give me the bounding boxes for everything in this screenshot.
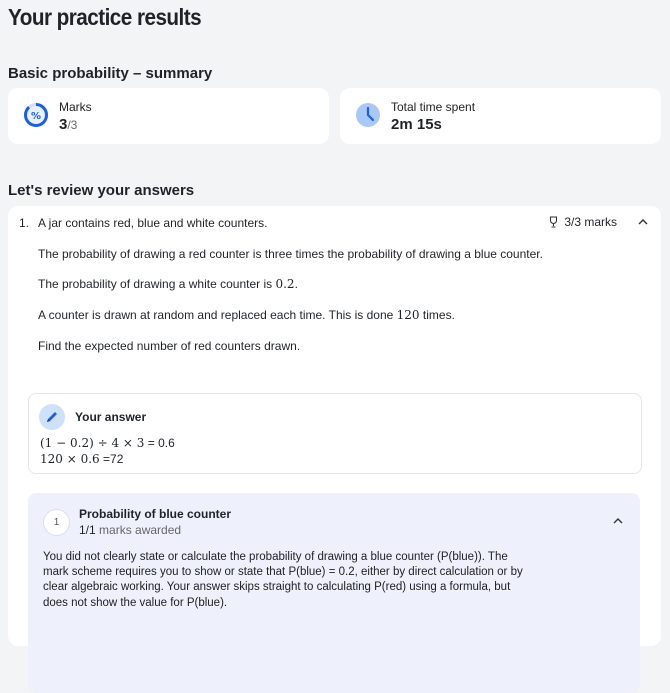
pencil-icon bbox=[39, 404, 65, 430]
clock-icon bbox=[356, 103, 380, 127]
question-number: 1. bbox=[19, 216, 30, 230]
question-line-2: The probability of drawing a red counter… bbox=[38, 247, 543, 261]
collapse-question-chevron-icon[interactable] bbox=[637, 216, 649, 228]
your-answer-title: Your answer bbox=[75, 410, 147, 424]
question-line-1: A jar contains red, blue and white count… bbox=[38, 216, 268, 230]
marks-value: 3/3 bbox=[59, 116, 78, 133]
mark-point-awarded: 1/1 marks awarded bbox=[79, 523, 182, 537]
answer-line-2: 120 × 0.6 =72 bbox=[40, 452, 124, 466]
marks-label: Marks bbox=[59, 100, 92, 114]
time-label: Total time spent bbox=[391, 100, 476, 114]
question-marks: 3/3 marks bbox=[548, 215, 617, 229]
mark-point-panel: 1 Probability of blue counter 1/1 marks … bbox=[28, 493, 640, 693]
question-card: 1. A jar contains red, blue and white co… bbox=[8, 206, 661, 693]
time-value: 2m 15s bbox=[391, 116, 442, 133]
marks-card: % Marks 3/3 bbox=[8, 88, 329, 144]
review-title: Let's review your answers bbox=[8, 182, 195, 199]
summary-title: Basic probability – summary bbox=[8, 65, 213, 82]
mark-point-title: Probability of blue counter bbox=[79, 507, 232, 521]
time-card: Total time spent 2m 15s bbox=[340, 88, 661, 144]
mark-point-number: 1 bbox=[43, 509, 70, 536]
trophy-icon bbox=[550, 216, 558, 228]
collapse-mark-chevron-icon[interactable] bbox=[612, 515, 624, 527]
question-line-5: Find the expected number of red counters… bbox=[38, 339, 301, 353]
percent-progress-icon: % bbox=[24, 103, 48, 127]
mark-point-explanation: You did not clearly state or calculate t… bbox=[43, 551, 523, 609]
page-title: Your practice results bbox=[8, 4, 202, 30]
answer-line-1: (1 − 0.2) ÷ 4 × 3 = 0.6 bbox=[40, 436, 175, 450]
question-line-4: A counter is drawn at random and replace… bbox=[38, 308, 455, 322]
your-answer-box: Your answer (1 − 0.2) ÷ 4 × 3 = 0.6 120 … bbox=[28, 393, 642, 474]
question-line-3: The probability of drawing a white count… bbox=[38, 277, 298, 291]
svg-text:%: % bbox=[31, 111, 41, 122]
